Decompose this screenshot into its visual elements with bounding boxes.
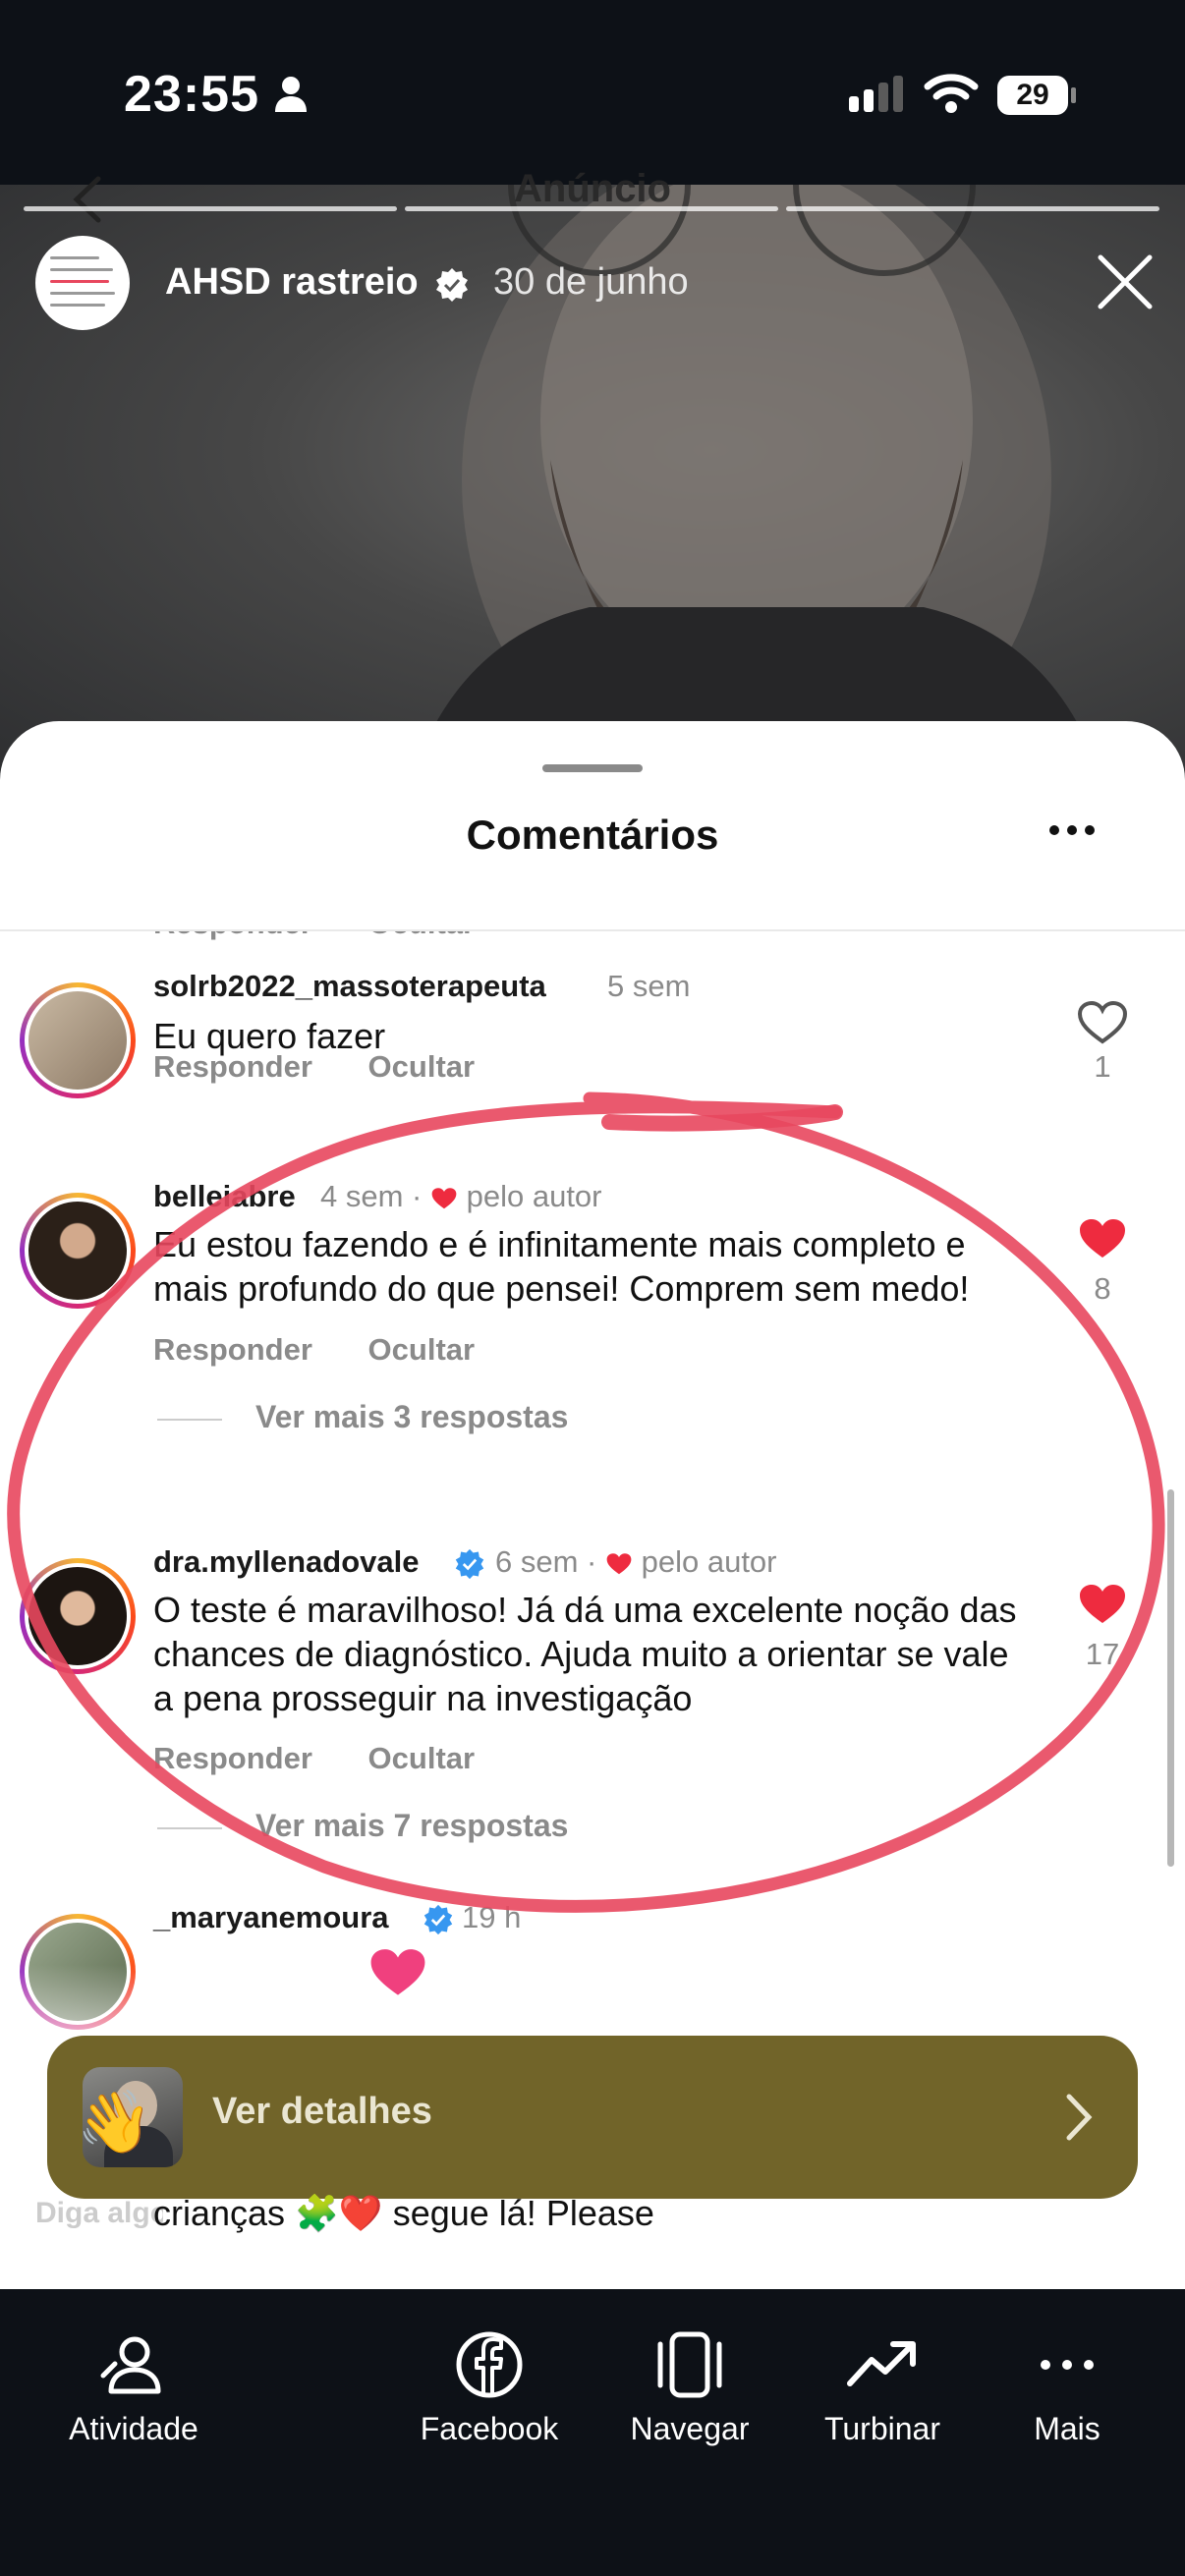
scrollbar[interactable] [1167,1489,1174,1867]
story-date: 30 de junho [493,261,689,303]
activity-icon [100,2336,161,2394]
hide-button[interactable]: Ocultar [368,1049,476,1084]
heart-filled-icon[interactable] [1077,1582,1128,1627]
nav-facebook[interactable]: Facebook [391,2330,588,2447]
heart-filled-icon[interactable] [1077,1216,1128,1261]
comment-username[interactable]: solrb2022_massoterapeuta [153,969,546,1004]
details-button[interactable]: 👋 Ver detalhes [47,2036,1138,2199]
battery-indicator: 29 [996,75,1077,116]
nav-browse[interactable]: Navegar [592,2330,788,2447]
comment-actions: Responder Ocultar [153,1741,522,1776]
nav-label: Mais [1034,2411,1100,2446]
person-icon [275,77,307,112]
story-header-title: Anúncio [514,167,671,210]
comment-text: Eu estou fazendo e é infinitamente mais … [153,1224,970,1309]
comment-input-placeholder[interactable]: Diga algo... [35,2197,163,2230]
avatar[interactable] [20,982,136,1098]
nav-boost[interactable]: Turbinar [784,2330,981,2447]
close-icon[interactable] [1095,252,1156,312]
details-label: Ver detalhes [212,2091,432,2132]
comment-username[interactable]: belleiabre [153,1179,296,1214]
facebook-icon [456,2331,523,2398]
hide-button[interactable]: Ocultar [368,1741,476,1775]
status-bar: 23:55 29 [0,0,1185,187]
floating-heart-icon [370,1949,425,1995]
reply-button[interactable]: Responder [153,1332,312,1367]
battery-level: 29 [1016,79,1049,111]
waving-hand-icon: 👋 [77,2089,153,2156]
partial-comment-actions: Responder Ocultar [153,931,522,941]
nav-label: Turbinar [824,2411,940,2446]
comment-meta: 6 sem · pelo autor [495,1544,777,1580]
hide-button[interactable]: Ocultar [368,1332,476,1367]
browse-icon [657,2331,722,2398]
verified-badge-icon [436,268,468,302]
comment-time: 6 sem [495,1544,579,1579]
partial-comment-text: crianças 🧩❤️ segue lá! Please [153,2193,654,2233]
hide-button[interactable]: Ocultar [368,931,476,940]
comment-time: 19 h [462,1900,522,1934]
like-count: 17 [1085,1637,1120,1671]
status-time: 23:55 [124,66,259,123]
sheet-drag-handle[interactable] [542,764,643,772]
boost-icon [847,2341,916,2386]
nav-activity[interactable]: Atividade [35,2330,232,2447]
reply-button[interactable]: Responder [153,1049,312,1084]
meta-separator: · [412,1179,430,1213]
comment-meta: 4 sem · pelo autor [320,1179,602,1214]
avatar[interactable] [20,1193,136,1309]
like-count: 8 [1094,1271,1111,1306]
cellular-signal-icon [849,76,903,112]
story-progress-segment-2 [405,206,778,211]
view-more-replies[interactable]: Ver mais 3 respostas [157,1399,568,1435]
comment-actions: Responder Ocultar [153,1332,522,1368]
nav-label: Facebook [420,2411,559,2446]
meta-separator: · [587,1544,605,1579]
chevron-right-icon [1066,2094,1093,2141]
reply-button[interactable]: Responder [153,1741,312,1775]
comment-time: 5 sem [607,969,691,1003]
more-options-icon[interactable] [1047,823,1097,837]
story-progress-segment-1 [24,206,397,211]
heart-outline-icon[interactable] [1077,1000,1128,1045]
back-arrow-icon[interactable] [69,175,108,224]
more-icon [1041,2360,1094,2370]
comment-actions: Responder Ocultar [153,1049,522,1085]
comment-text: O teste é maravilhoso! Já dá uma excelen… [153,1590,1017,1718]
verified-badge-icon [423,1904,453,1935]
nav-label: Atividade [69,2411,198,2446]
comment-username[interactable]: dra.myllenadovale [153,1544,420,1580]
comment-time: 4 sem [320,1179,404,1213]
verified-badge-icon [455,1548,484,1580]
comment-username[interactable]: _maryanemoura [153,1900,389,1935]
by-author-label: pelo autor [641,1544,777,1579]
bottom-navigation: Atividade Facebook Navegar Turbinar Mais [0,2289,1185,2576]
view-more-replies[interactable]: Ver mais 7 respostas [157,1808,568,1844]
story-author-avatar[interactable] [35,236,130,330]
reply-button[interactable]: Responder [153,931,312,940]
nav-more[interactable]: Mais [969,2330,1165,2447]
like-count: 1 [1094,1049,1111,1084]
avatar[interactable] [20,1558,136,1674]
by-author-label: pelo autor [466,1179,602,1213]
heart-icon [431,1188,457,1209]
heart-icon [606,1553,632,1575]
wifi-icon [924,74,979,113]
sheet-title: Comentários [466,812,719,858]
nav-label: Navegar [630,2411,750,2446]
story-username[interactable]: AHSD rastreio [165,261,419,304]
story-progress-segment-3 [786,206,1159,211]
